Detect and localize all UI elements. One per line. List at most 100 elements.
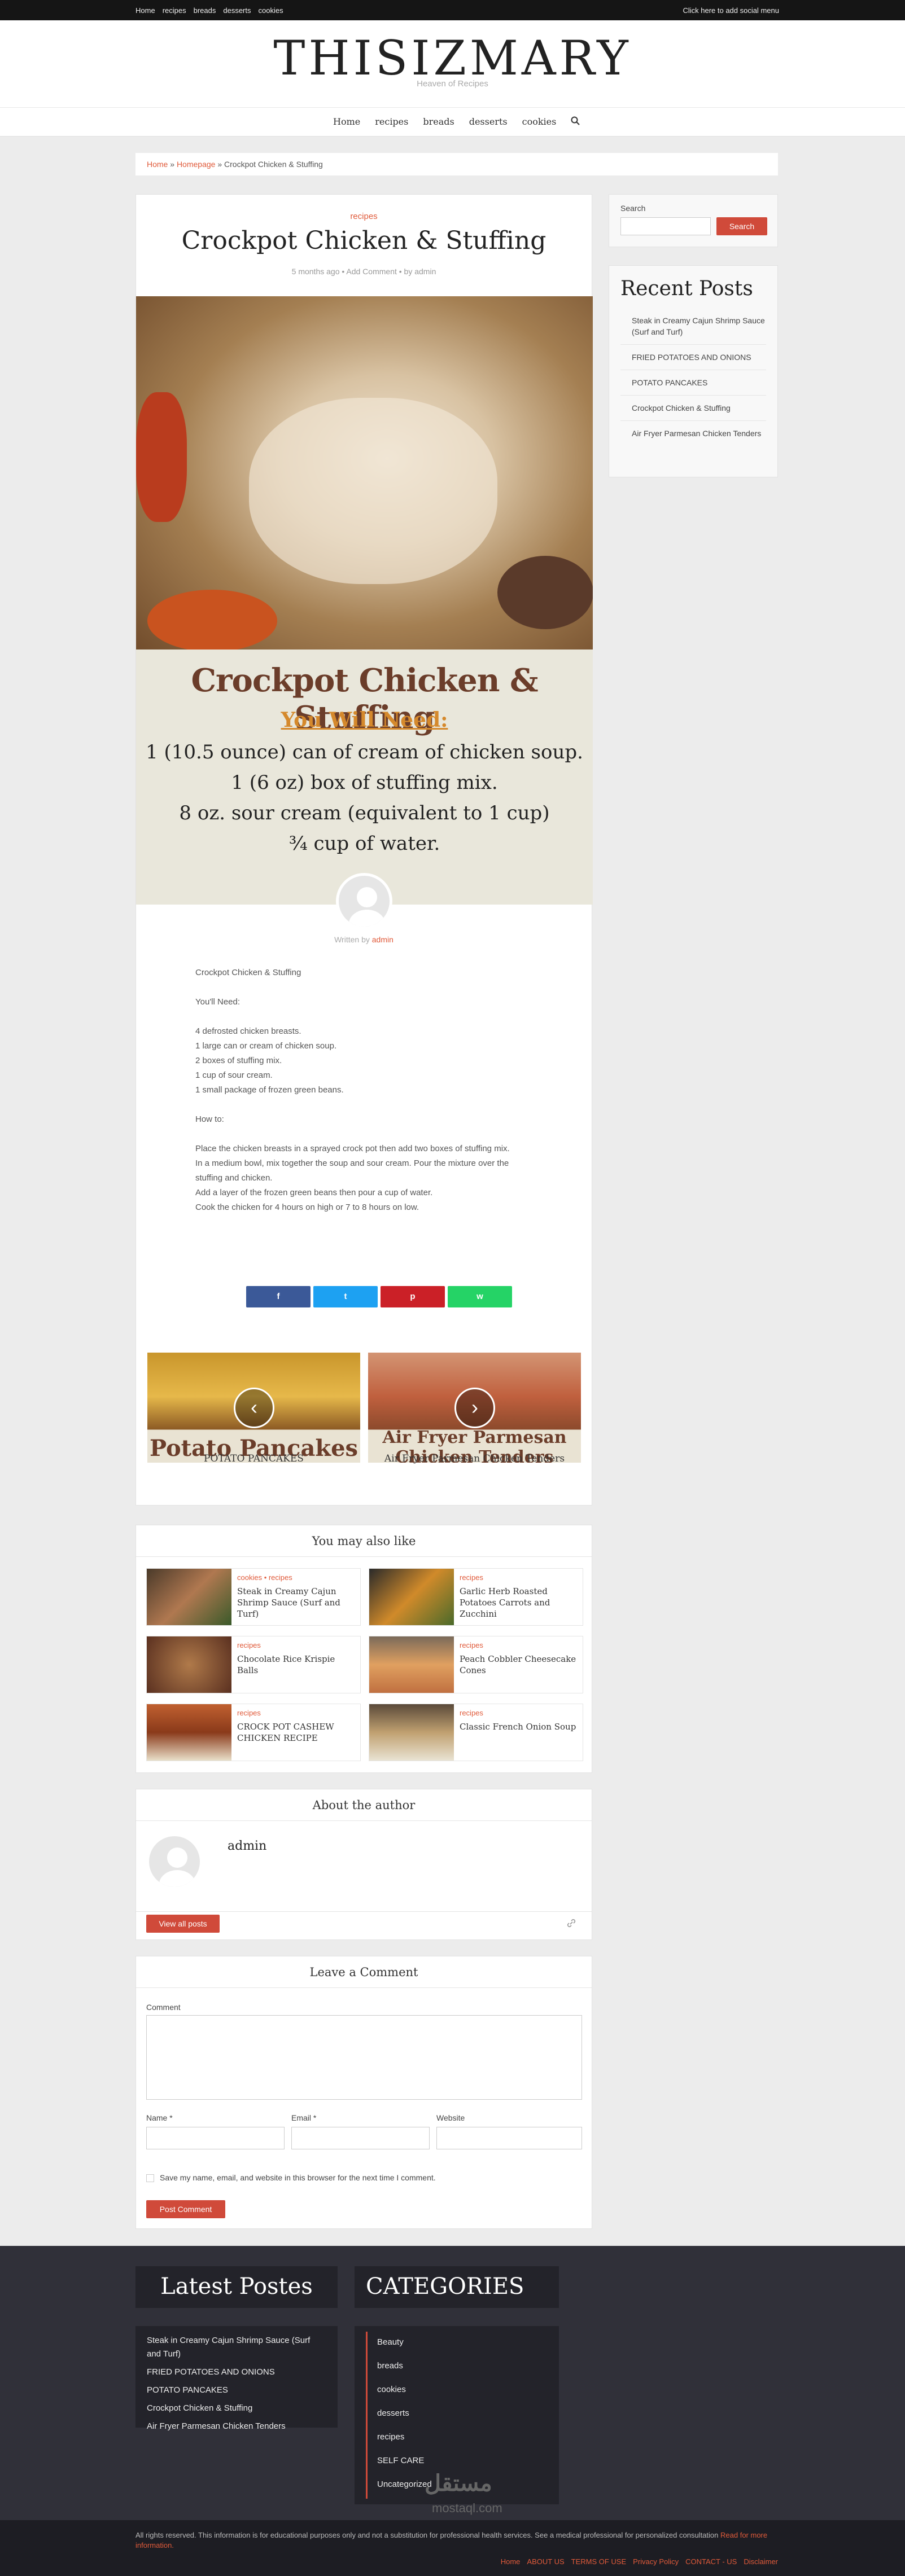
chevron-left-icon[interactable]: ‹ (234, 1388, 274, 1428)
related-title[interactable]: Peach Cobbler Cheesecake Cones (460, 1653, 581, 1676)
website-label: Website (436, 2113, 465, 2122)
step-line: Place the chicken breasts in a sprayed c… (195, 1144, 510, 1153)
search-label: Search (620, 204, 646, 213)
search-input[interactable] (620, 217, 711, 235)
related-thumbnail[interactable] (369, 1704, 454, 1761)
chevron-right-icon[interactable]: › (454, 1388, 495, 1428)
top-menu-desserts[interactable]: desserts (223, 6, 251, 15)
footer-post-link[interactable]: Crockpot Chicken & Stuffing (147, 2402, 326, 2415)
related-thumbnail[interactable] (369, 1636, 454, 1693)
related-post[interactable]: recipes CROCK POT CASHEW CHICKEN RECIPE (146, 1704, 361, 1761)
related-category[interactable]: recipes (460, 1709, 483, 1717)
related-post[interactable]: recipes Chocolate Rice Krispie Balls (146, 1636, 361, 1693)
next-post-image[interactable]: › Air Fryer Parmesan Chicken Tenders (368, 1353, 581, 1463)
related-title[interactable]: Garlic Herb Roasted Potatoes Carrots and… (460, 1586, 581, 1620)
related-post[interactable]: recipes Peach Cobbler Cheesecake Cones (369, 1636, 583, 1693)
related-thumbnail[interactable] (369, 1569, 454, 1625)
recent-post-link[interactable]: Steak in Creamy Cajun Shrimp Sauce (Surf… (620, 308, 766, 345)
recent-post-link[interactable]: FRIED POTATOES AND ONIONS (620, 345, 766, 370)
chicken-photo (136, 296, 593, 657)
also-like-section: You may also like cookies • recipes Stea… (135, 1525, 592, 1773)
save-info-checkbox[interactable] (146, 2174, 154, 2182)
related-thumbnail[interactable] (147, 1569, 231, 1625)
footer-category-link[interactable]: cookies (377, 2378, 559, 2402)
comment-textarea[interactable] (146, 2015, 582, 2100)
footer-post-link[interactable]: POTATO PANCAKES (147, 2384, 326, 2397)
related-category[interactable]: recipes (237, 1641, 261, 1649)
footer-post-link[interactable]: FRIED POTATOES AND ONIONS (147, 2366, 326, 2379)
footer-link-about[interactable]: ABOUT US (527, 2557, 564, 2566)
related-title[interactable]: Chocolate Rice Krispie Balls (237, 1653, 358, 1676)
footer-link-contact[interactable]: CONTACT - US (685, 2557, 737, 2566)
related-title[interactable]: CROCK POT CASHEW CHICKEN RECIPE (237, 1721, 358, 1744)
related-category[interactable]: recipes (237, 1709, 261, 1717)
footer-link-terms[interactable]: TERMS OF USE (571, 2557, 627, 2566)
top-menu-cookies[interactable]: cookies (259, 6, 283, 15)
breadcrumb-homepage[interactable]: Homepage (177, 160, 216, 169)
nav-cookies[interactable]: cookies (522, 116, 557, 128)
latest-posts-heading: Latest Postes (135, 2266, 338, 2308)
search-button[interactable]: Search (716, 217, 767, 235)
related-post[interactable]: cookies • recipes Steak in Creamy Cajun … (146, 1568, 361, 1626)
post-category[interactable]: recipes (136, 212, 592, 221)
nav-recipes[interactable]: recipes (375, 116, 408, 128)
related-category[interactable]: cookies • recipes (237, 1573, 292, 1582)
share-whatsapp-button[interactable]: w (448, 1286, 512, 1307)
related-thumbnail[interactable] (147, 1704, 231, 1761)
share-twitter-button[interactable]: t (313, 1286, 378, 1307)
footer-category-link[interactable]: Beauty (377, 2331, 559, 2354)
top-menu-recipes[interactable]: recipes (163, 6, 186, 15)
written-by-author[interactable]: admin (372, 935, 394, 944)
search-icon[interactable] (571, 116, 580, 128)
share-facebook-button[interactable]: f (246, 1286, 311, 1307)
related-category[interactable]: recipes (460, 1573, 483, 1582)
link-icon[interactable] (566, 1918, 576, 1931)
footer-category-link[interactable]: recipes (377, 2425, 559, 2449)
facebook-icon: f (277, 1292, 280, 1301)
related-post[interactable]: recipes Classic French Onion Soup (369, 1704, 583, 1761)
related-post[interactable]: recipes Garlic Herb Roasted Potatoes Car… (369, 1568, 583, 1626)
footer-link-home[interactable]: Home (501, 2557, 521, 2566)
footer-link-disclaimer[interactable]: Disclaimer (744, 2557, 778, 2566)
nav-breads[interactable]: breads (423, 116, 454, 128)
site-header: THISIZMARY Heaven of Recipes (0, 20, 905, 107)
nav-home[interactable]: Home (333, 116, 360, 128)
next-post-title[interactable]: Air Fryer Parmesan Chicken Tenders (368, 1453, 581, 1464)
recent-post-link[interactable]: POTATO PANCAKES (620, 370, 766, 396)
author-avatar[interactable] (336, 873, 392, 929)
footer-post-link[interactable]: Steak in Creamy Cajun Shrimp Sauce (Surf… (147, 2334, 326, 2361)
recent-post-link[interactable]: Air Fryer Parmesan Chicken Tenders (620, 421, 766, 446)
footer-category-link[interactable]: desserts (377, 2402, 559, 2425)
author-name[interactable]: admin (228, 1839, 266, 1853)
prev-post-title[interactable]: POTATO PANCAKES (147, 1453, 360, 1464)
share-pinterest-button[interactable]: p (381, 1286, 445, 1307)
related-title[interactable]: Classic French Onion Soup (460, 1721, 581, 1732)
breadcrumb-home[interactable]: Home (147, 160, 168, 169)
footer-bottom-bar: All rights reserved. This information is… (0, 2520, 905, 2576)
hero-need: You Will Need: (281, 708, 448, 732)
related-thumbnail[interactable] (147, 1636, 231, 1693)
recent-post-link[interactable]: Crockpot Chicken & Stuffing (620, 396, 766, 421)
view-all-posts-button[interactable]: View all posts (146, 1915, 220, 1933)
copyright-text: All rights reserved. This information is… (135, 2531, 719, 2539)
author-avatar[interactable] (146, 1833, 203, 1890)
website-field[interactable] (436, 2127, 582, 2149)
footer-link-privacy[interactable]: Privacy Policy (633, 2557, 679, 2566)
related-category[interactable]: recipes (460, 1641, 483, 1649)
footer-post-link[interactable]: Air Fryer Parmesan Chicken Tenders (147, 2420, 326, 2433)
social-menu-link[interactable]: Click here to add social menu (683, 6, 779, 15)
email-field[interactable] (291, 2127, 430, 2149)
name-label: Name * (146, 2113, 173, 2122)
top-menu-breads[interactable]: breads (194, 6, 216, 15)
footer-category-link[interactable]: SELF CARE (377, 2449, 559, 2473)
post-comment-button[interactable]: Post Comment (146, 2200, 225, 2218)
top-menu-home[interactable]: Home (135, 6, 155, 15)
footer-category-link[interactable]: breads (377, 2354, 559, 2378)
recipe-card-graphic: Crockpot Chicken & Stuffing You Will Nee… (136, 650, 593, 905)
name-field[interactable] (146, 2127, 285, 2149)
nav-desserts[interactable]: desserts (469, 116, 508, 128)
related-title[interactable]: Steak in Creamy Cajun Shrimp Sauce (Surf… (237, 1586, 358, 1620)
site-logo[interactable]: THISIZMARY (0, 30, 905, 86)
latest-posts-title: Latest Postes (160, 2274, 313, 2299)
prev-post-image[interactable]: ‹ Potato Pancakes (147, 1353, 360, 1463)
